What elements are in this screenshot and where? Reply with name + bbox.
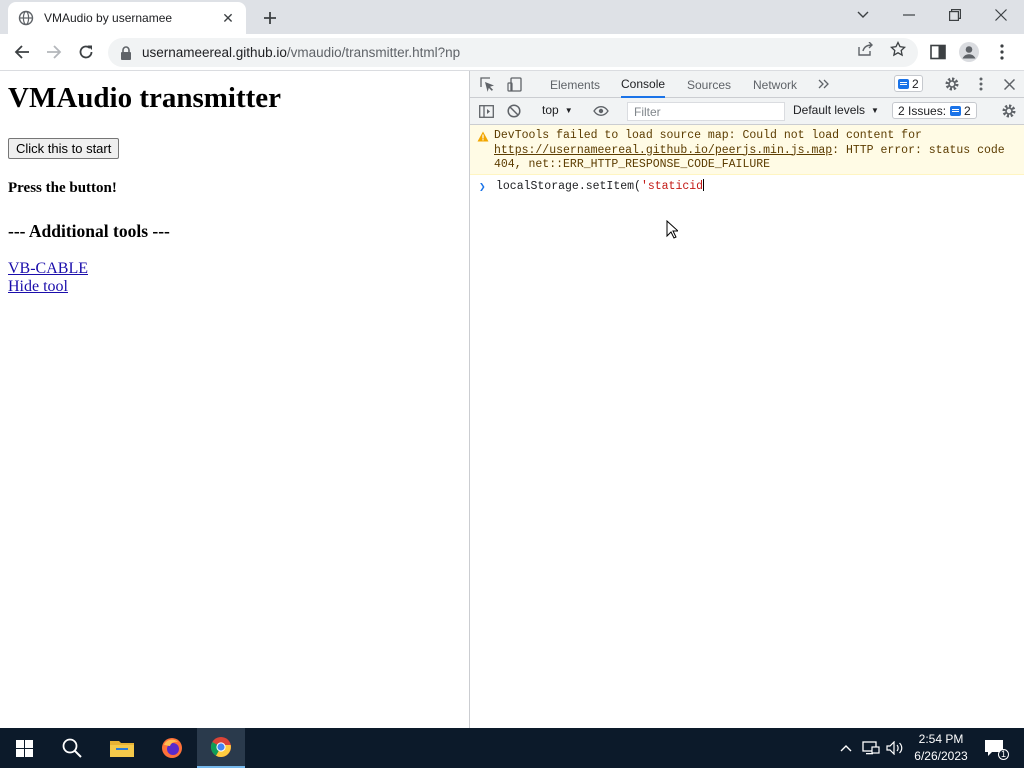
globe-icon — [18, 10, 34, 26]
console-filter-input[interactable]: Filter — [627, 102, 785, 121]
clock-date: 6/26/2023 — [914, 749, 968, 763]
tab-elements[interactable]: Elements — [550, 71, 600, 98]
source-map-link[interactable]: https://usernameereal.github.io/peerjs.m… — [494, 144, 832, 157]
console-input[interactable]: ❯ localStorage.setItem('staticid — [470, 176, 1024, 196]
restore-icon[interactable] — [932, 0, 978, 30]
hide-tool-link[interactable]: Hide tool — [8, 278, 68, 296]
status-text: Press the button! — [8, 180, 117, 196]
issues-count: 2 — [964, 103, 971, 118]
side-panel-icon[interactable] — [926, 40, 950, 64]
tab-search-icon[interactable] — [840, 0, 886, 30]
tab-console[interactable]: Console — [621, 71, 666, 98]
clock-time: 2:54 PM — [918, 732, 964, 746]
new-tab-icon[interactable] — [258, 6, 282, 30]
devtools-close-icon[interactable] — [1000, 75, 1018, 93]
firefox-icon[interactable] — [148, 728, 196, 768]
bookmark-star-icon[interactable] — [887, 38, 909, 60]
context-value: top — [542, 103, 559, 117]
vb-cable-link[interactable]: VB-CABLE — [8, 260, 88, 278]
back-icon[interactable] — [10, 40, 34, 64]
tab-strip: VMAudio by usernamee ✕ — [0, 0, 1024, 34]
more-tabs-icon[interactable] — [815, 75, 833, 93]
network-icon[interactable] — [860, 728, 882, 768]
file-explorer-icon[interactable] — [98, 728, 146, 768]
device-toolbar-icon[interactable] — [505, 75, 523, 93]
tab-network[interactable]: Network — [753, 71, 797, 98]
messages-badge[interactable]: 2 — [894, 75, 923, 92]
page-content: VMAudio transmitter Click this to start … — [0, 71, 469, 728]
lock-icon[interactable] — [120, 45, 134, 60]
tab-sources[interactable]: Sources — [687, 71, 731, 98]
issues-message-icon — [950, 105, 962, 116]
console-input-string: 'staticid — [640, 180, 704, 193]
show-hidden-icons-icon[interactable] — [836, 728, 856, 768]
browser-toolbar: usernameereal.github.io/vmaudio/transmit… — [0, 34, 1024, 71]
page-title: VMAudio transmitter — [8, 82, 282, 114]
chrome-taskbar-icon[interactable] — [197, 728, 245, 768]
reload-icon[interactable] — [74, 40, 98, 64]
console-warning-message: DevTools failed to load source map: Coul… — [470, 125, 1024, 175]
issues-label: 2 Issues: — [898, 103, 947, 118]
sidebar-toggle-icon[interactable] — [477, 102, 495, 120]
dropdown-arrow-icon: ▼ — [564, 105, 573, 115]
search-icon[interactable] — [48, 728, 96, 768]
tab-title: VMAudio by usernamee — [44, 11, 173, 25]
devtools-menu-icon[interactable] — [972, 75, 990, 93]
live-expression-eye-icon[interactable] — [592, 102, 610, 120]
notification-center-icon[interactable]: 1 — [980, 728, 1009, 768]
notification-count: 1 — [998, 749, 1009, 760]
clear-console-icon[interactable] — [505, 102, 523, 120]
url-text: usernameereal.github.io/vmaudio/transmit… — [142, 45, 461, 60]
browser-tab[interactable]: VMAudio by usernamee ✕ — [8, 2, 246, 34]
windows-start-icon[interactable] — [0, 728, 48, 768]
warning-icon — [477, 131, 489, 142]
tools-heading: --- Additional tools --- — [8, 221, 170, 241]
console-input-code: localStorage.setItem( — [496, 180, 641, 193]
taskbar: 2:54 PM 6/26/2023 1 — [0, 728, 1024, 768]
log-levels-dropdown[interactable]: Default levels ▼ — [793, 103, 879, 117]
volume-icon[interactable] — [884, 728, 906, 768]
inspect-element-icon[interactable] — [478, 75, 496, 93]
devtools-tab-bar: Elements Console Sources Network 2 — [470, 71, 1024, 98]
devtools-settings-icon[interactable] — [943, 75, 961, 93]
issues-badge[interactable]: 2 Issues: 2 — [892, 102, 977, 119]
forward-icon[interactable] — [42, 40, 66, 64]
mouse-cursor-icon — [666, 220, 678, 239]
share-icon[interactable] — [855, 38, 877, 60]
messages-count: 2 — [912, 76, 919, 91]
warning-text: DevTools failed to load source map: Coul… — [494, 129, 922, 142]
message-icon — [898, 78, 909, 89]
profile-avatar-icon[interactable] — [957, 40, 981, 64]
dropdown-arrow-icon: ▼ — [871, 105, 879, 115]
prompt-chevron-icon: ❯ — [479, 182, 486, 194]
text-caret — [703, 179, 705, 191]
tab-close-icon[interactable]: ✕ — [220, 10, 236, 26]
start-button[interactable]: Click this to start — [8, 138, 120, 159]
system-clock[interactable]: 2:54 PM 6/26/2023 — [906, 731, 976, 765]
address-bar[interactable]: usernameereal.github.io/vmaudio/transmit… — [108, 38, 918, 67]
console-settings-icon[interactable] — [1000, 102, 1018, 120]
context-selector[interactable]: top ▼ — [542, 103, 573, 117]
console-toolbar: top ▼ Filter Default levels ▼ 2 Issues: … — [470, 98, 1024, 125]
close-window-icon[interactable] — [978, 0, 1024, 30]
chrome-menu-icon[interactable] — [990, 40, 1014, 64]
devtools-panel: Elements Console Sources Network 2 top ▼… — [469, 71, 1024, 728]
log-levels-value: Default levels — [793, 103, 866, 117]
minimize-icon[interactable] — [886, 0, 932, 30]
